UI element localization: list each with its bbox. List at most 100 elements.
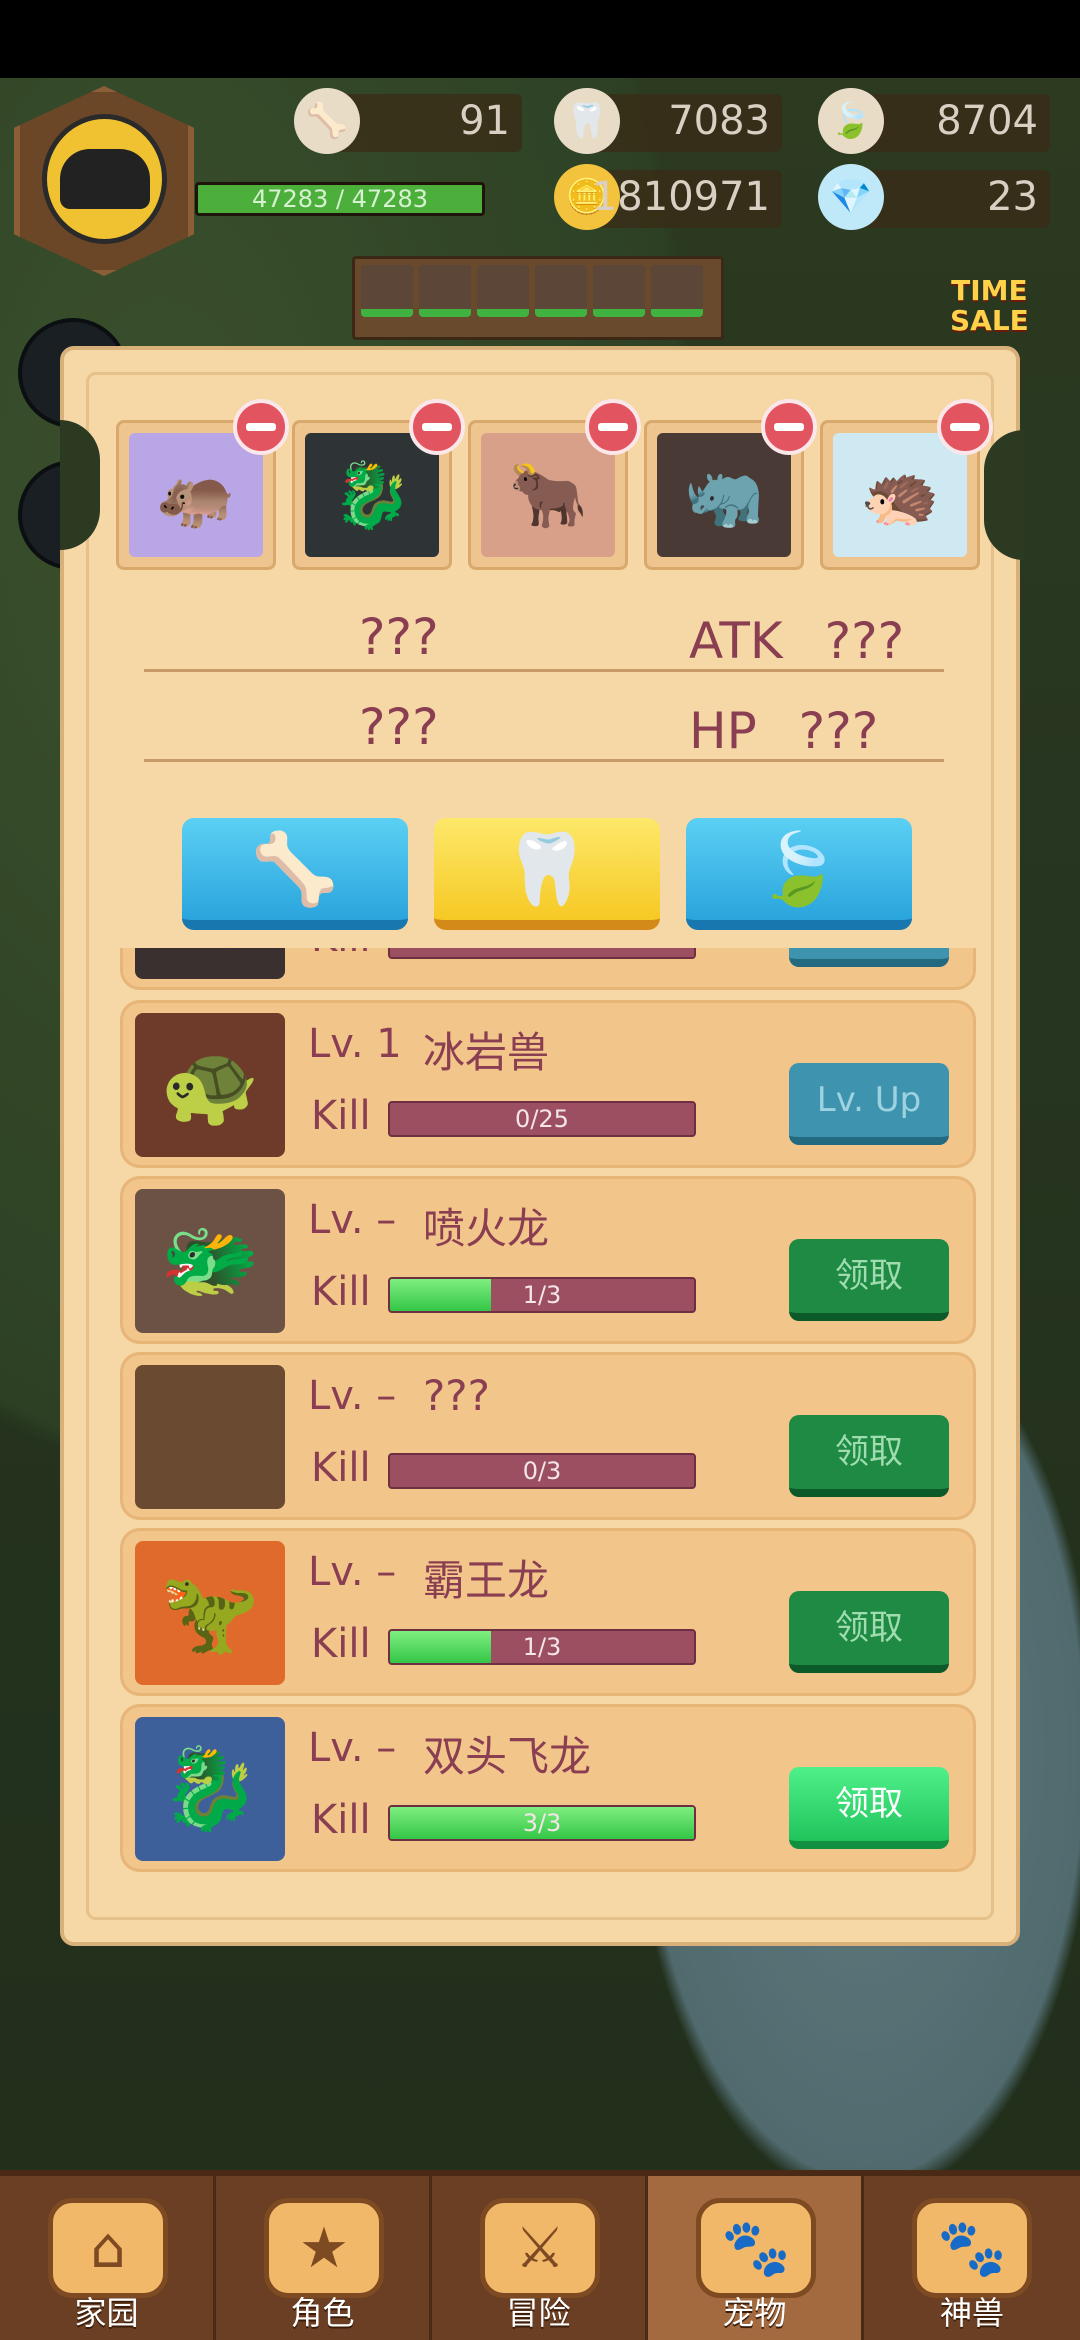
team-pet-thumb (535, 265, 587, 317)
wing-icon: 🍃 (818, 88, 884, 154)
pet-slot[interactable]: 🦔 (820, 399, 993, 570)
claim-button[interactable]: 领取 (789, 1239, 949, 1321)
paw-icon: 🐾 (696, 2198, 816, 2298)
stat-left-value: ??? (359, 698, 439, 756)
pet-slot[interactable]: 🦏 (644, 399, 817, 570)
resource-value: 23 (987, 174, 1038, 220)
stat-value: ??? (824, 612, 905, 670)
pet-slot[interactable]: 🐉 (292, 399, 465, 570)
list-item: 🦖 Lv. – 霸王龙 Kill 1/3 领取 (120, 1528, 976, 1696)
resource-fang: 🦷 7083 (554, 88, 782, 154)
horned-beast-icon: 🐂 (481, 433, 615, 557)
player-avatar[interactable] (14, 86, 194, 276)
list-item: 🐢 Lv. 1 冰岩兽 Kill 0/25 Lv. Up (120, 1000, 976, 1168)
time-sale-button[interactable]: TIME SALE (950, 276, 1029, 336)
team-pets-strip[interactable] (352, 256, 724, 340)
remove-icon[interactable] (937, 399, 993, 455)
bottom-nav: ⌂ 家园 ★ 角色 ⚔ 冒险 🐾 宠物 🐾 神兽 (0, 2170, 1080, 2340)
resource-gold: 🪙 1810971 (554, 164, 782, 230)
kill-label: Kill (311, 1797, 371, 1843)
unknown-pet-silhouette-icon (135, 1365, 285, 1509)
kill-progress-bar: 1/3 (388, 1277, 696, 1313)
panel-notch (60, 420, 100, 550)
hp-bar: 47283 / 47283 (195, 182, 485, 216)
tab-adventure[interactable]: ⚔ 冒险 (432, 2176, 648, 2340)
black-dragon-icon: 🐉 (305, 433, 439, 557)
tab-pets[interactable]: 🐾 宠物 (648, 2176, 864, 2340)
pet-level: Lv. – (308, 1725, 397, 1771)
level-up-button[interactable]: Lv. Up (789, 1063, 949, 1145)
stat-row-hp: ??? HP ??? (144, 692, 944, 762)
time-sale-line: SALE (950, 304, 1029, 337)
wing-food-button[interactable]: 🍃 (686, 818, 912, 930)
tab-label: 宠物 (722, 2294, 787, 2332)
team-pet-thumb (593, 265, 645, 317)
twin-head-dragon-icon: 🐉 (135, 1717, 285, 1861)
ice-beast-icon: 🦔 (833, 433, 967, 557)
hp-text: 47283 / 47283 (251, 185, 429, 213)
claim-button[interactable]: 领取 (789, 1591, 949, 1673)
pet-name: 喷火龙 (423, 1204, 550, 1253)
time-sale-line: TIME (951, 274, 1028, 307)
tab-divine-beast[interactable]: 🐾 神兽 (864, 2176, 1080, 2340)
pet-name: 双头飞龙 (423, 1732, 592, 1781)
remove-icon[interactable] (761, 399, 817, 455)
progress-text: 3/3 (522, 1809, 562, 1837)
tab-label: 神兽 (939, 2294, 1004, 2332)
armored-beast-icon: 🦏 (657, 433, 791, 557)
kill-progress-bar (388, 948, 696, 959)
kill-progress-bar: 3/3 (388, 1805, 696, 1841)
pet-level: Lv. 1 (308, 1021, 402, 1067)
team-pet-thumb (361, 265, 413, 317)
team-pet-thumb (651, 265, 703, 317)
resource-bone: 🦴 91 (294, 88, 522, 154)
action-button[interactable] (789, 948, 949, 967)
stat-row-atk: ??? ATK ??? (144, 602, 944, 672)
progress-text: 1/3 (522, 1633, 562, 1661)
claim-button[interactable]: 领取 (789, 1767, 949, 1849)
progress-text: 1/3 (522, 1281, 562, 1309)
list-item: Lv. – ??? Kill 0/3 领取 (120, 1352, 976, 1520)
team-pet-thumb (477, 265, 529, 317)
tab-character[interactable]: ★ 角色 (216, 2176, 432, 2340)
bone-food-button[interactable]: 🦴 (182, 818, 408, 930)
wing-icon: 🍃 (755, 827, 843, 910)
pet-slot[interactable]: 🐂 (468, 399, 641, 570)
resource-wing: 🍃 8704 (818, 88, 1050, 154)
remove-icon[interactable] (233, 399, 289, 455)
stat-key: ATK (689, 612, 783, 670)
team-pet-thumb (419, 265, 471, 317)
remove-icon[interactable] (409, 399, 465, 455)
status-bar (0, 0, 1080, 78)
bone-icon: 🦴 (294, 88, 360, 154)
list-item: 🐉 Lv. – 双头飞龙 Kill 3/3 领取 (120, 1704, 976, 1872)
stat-key: HP (689, 702, 757, 760)
cards-icon: ★ (264, 2198, 384, 2298)
bone-icon: 🦴 (251, 827, 339, 910)
banner-paw-icon: 🐾 (912, 2198, 1032, 2298)
t-rex-icon: 🦖 (135, 1541, 285, 1685)
claim-button[interactable]: 领取 (789, 1415, 949, 1497)
tab-label: 角色 (290, 2294, 355, 2332)
progress-text: 0/3 (522, 1457, 562, 1485)
fang-food-button[interactable]: 🦷 (434, 818, 660, 930)
pet-list[interactable]: 🐾 Kill 🐢 Lv. 1 冰岩兽 Kill 0/25 Lv. Up 🐲 Lv… (112, 948, 982, 1916)
progress-text: 0/25 (515, 1105, 569, 1133)
stat-value: ??? (798, 702, 879, 760)
pet-slot[interactable]: 🦛 (116, 399, 289, 570)
resource-value: 7083 (668, 98, 770, 144)
fang-icon: 🦷 (503, 827, 591, 910)
resource-gem: 💎 23 (818, 164, 1050, 230)
hippo-pet-icon: 🦛 (129, 433, 263, 557)
resource-value: 1810971 (591, 174, 770, 220)
stat-hp: HP ??? (689, 702, 878, 760)
adventure-icon: ⚔ (480, 2198, 600, 2298)
remove-icon[interactable] (585, 399, 641, 455)
kill-label: Kill (311, 1093, 371, 1139)
tab-home[interactable]: ⌂ 家园 (0, 2176, 216, 2340)
kill-label: Kill (311, 1269, 371, 1315)
resource-value: 8704 (936, 98, 1038, 144)
list-item: 🐲 Lv. – 喷火龙 Kill 1/3 领取 (120, 1176, 976, 1344)
kill-progress-bar: 0/3 (388, 1453, 696, 1489)
kill-label: Kill (311, 1445, 371, 1491)
